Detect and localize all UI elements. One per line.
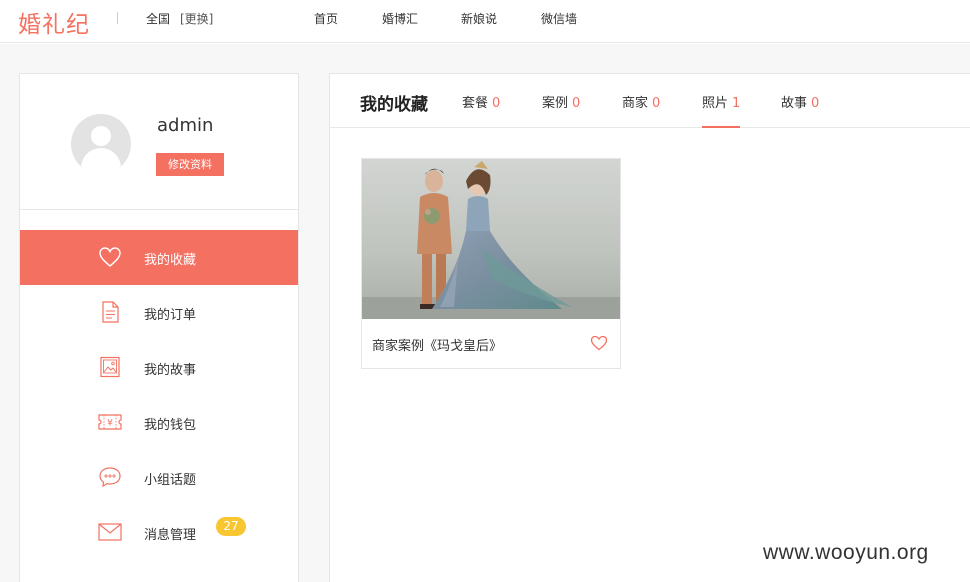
tab-merchants[interactable]: 商家 0 [622,92,660,128]
sidebar-item-wallet[interactable]: ¥ 我的钱包 [20,395,298,450]
logo-divider [117,12,118,24]
chat-bubble-icon [99,467,121,488]
sidebar-item-label: 小组话题 [144,473,197,488]
nav-wechat-wall-link[interactable]: 微信墙 [541,10,577,27]
tab-label: 案例 [542,96,569,111]
sidebar-divider [20,209,298,210]
tab-count: 0 [572,96,581,111]
tab-label: 照片 [702,96,729,111]
avatar[interactable] [71,114,131,174]
edit-profile-button[interactable]: 修改资料 [156,153,224,176]
photo-illustration [362,159,620,319]
favorite-heart-icon[interactable] [590,335,608,351]
username: admin [157,115,214,136]
tab-count: 0 [652,96,661,111]
region-switch-link[interactable]: [更换] [180,10,213,27]
tab-cases[interactable]: 案例 0 [542,92,580,128]
watermark-text: www.wooyun.org [763,541,929,564]
tab-count: 0 [492,96,501,111]
region-label: 全国 [146,12,171,26]
tab-photos[interactable]: 照片 1 [702,92,741,128]
nav-expo-link[interactable]: 婚博汇 [382,10,418,27]
favorites-header: 我的收藏 套餐 0 案例 0 商家 0 照片 1 故事 0 [330,74,970,128]
avatar-body-shape [81,148,121,174]
sidebar-item-label: 我的故事 [144,363,197,378]
sidebar-item-orders[interactable]: 我的订单 [20,285,298,340]
top-navigation-bar: 婚礼纪 全国 [更换] 首页 婚博汇 新娘说 微信墙 [0,0,970,43]
card-title[interactable]: 商家案例《玛戈皇后》 [372,335,502,354]
tab-packages[interactable]: 套餐 0 [462,92,500,128]
unread-count-badge: 27 [216,517,246,536]
sidebar-item-messages[interactable]: 消息管理 27 [20,505,298,560]
tab-label: 故事 [781,96,808,111]
heart-icon [99,247,121,267]
sidebar-item-label: 我的收藏 [144,253,197,268]
page-title: 我的收藏 [360,95,428,115]
tab-count: 0 [811,96,820,111]
nav-bride-talk-link[interactable]: 新娘说 [461,10,497,27]
tab-label: 套餐 [462,96,489,111]
sidebar-item-label: 消息管理 [144,528,197,543]
sidebar-item-group-topics[interactable]: 小组话题 [20,450,298,505]
sidebar-menu: 我的收藏 我的订单 我的故事 ¥ 我的钱包 小组话题 消息管理 27 [20,230,298,560]
sidebar-item-stories[interactable]: 我的故事 [20,340,298,395]
favorites-panel: 我的收藏 套餐 0 案例 0 商家 0 照片 1 故事 0 商家案例《玛戈皇后》 [329,73,970,582]
avatar-head-shape [91,126,111,146]
favorite-photo-card[interactable]: 商家案例《玛戈皇后》 [361,158,621,369]
tab-stories[interactable]: 故事 0 [781,92,819,128]
nav-home-link[interactable]: 首页 [314,10,338,27]
sidebar-item-label: 我的订单 [144,308,197,323]
tab-count: 1 [732,96,741,111]
picture-icon [100,356,120,378]
envelope-icon [98,523,122,541]
tab-label: 商家 [622,96,649,111]
svg-text:¥: ¥ [107,419,113,429]
document-icon [102,301,119,323]
sidebar-item-favorites[interactable]: 我的收藏 [20,230,298,285]
wallet-ticket-icon: ¥ [98,414,122,430]
sidebar-item-label: 我的钱包 [144,418,197,433]
site-logo[interactable]: 婚礼纪 [18,5,90,39]
user-sidebar: admin 修改资料 我的收藏 我的订单 我的故事 ¥ 我的钱包 小组话题 消息… [19,73,299,582]
wedding-couple-photo[interactable] [362,159,620,319]
